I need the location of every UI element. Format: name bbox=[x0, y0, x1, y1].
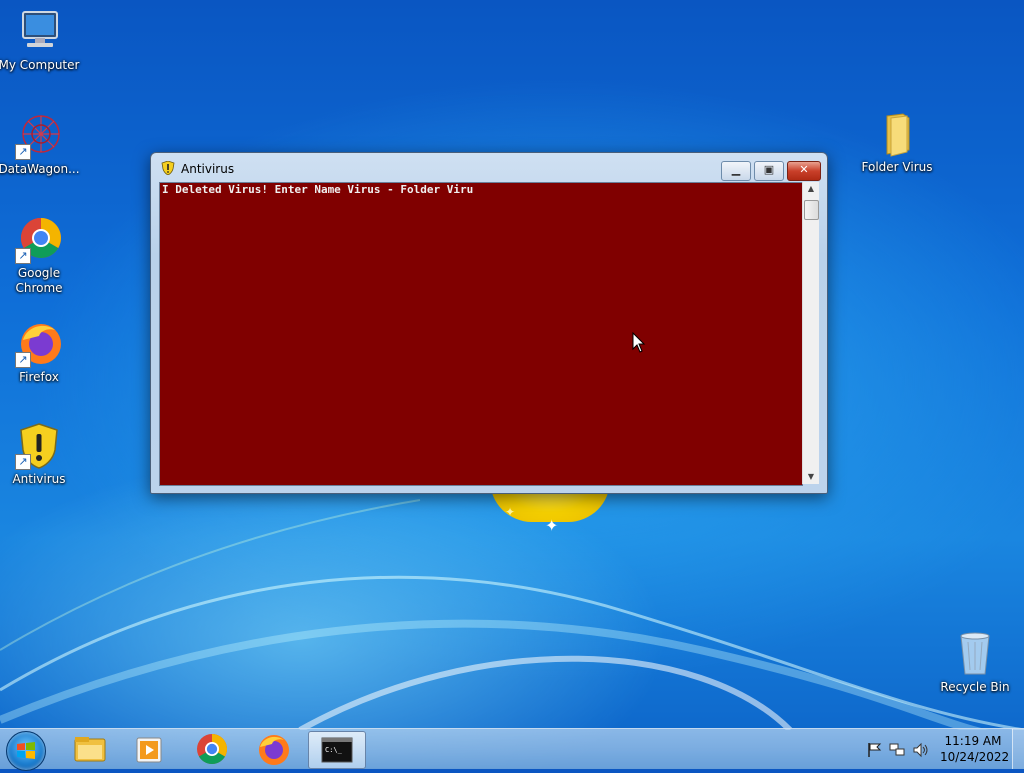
firefox-icon: ↗ bbox=[15, 320, 63, 368]
desktop-icon-google-chrome[interactable]: ↗ Google Chrome bbox=[0, 216, 81, 296]
desktop-icon-antivirus[interactable]: ↗ Antivirus bbox=[0, 422, 81, 487]
show-desktop-button[interactable] bbox=[1012, 729, 1024, 769]
close-button[interactable]: ✕ bbox=[787, 161, 821, 181]
antivirus-console-window[interactable]: Antivirus ▁ ▣ ✕ I Deleted Virus! Enter N… bbox=[150, 152, 828, 494]
taskbar-media-player[interactable] bbox=[122, 731, 178, 767]
close-icon: ✕ bbox=[799, 163, 809, 176]
scroll-thumb[interactable] bbox=[804, 200, 819, 220]
chrome-icon bbox=[197, 734, 228, 765]
maximize-button[interactable]: ▣ bbox=[754, 161, 784, 181]
scroll-up-icon[interactable]: ▲ bbox=[803, 182, 819, 196]
taskbar-clock[interactable]: 11:19 AM 10/24/2022 bbox=[940, 733, 1010, 765]
desktop-icon-label: Recycle Bin bbox=[940, 680, 1010, 694]
antivirus-shield-icon: ↗ bbox=[15, 422, 63, 470]
chrome-icon: ↗ bbox=[15, 216, 63, 264]
sparkle-icon: ✦ bbox=[505, 505, 516, 519]
window-titlebar[interactable]: Antivirus ▁ ▣ ✕ bbox=[151, 153, 827, 181]
desktop-icon-firefox[interactable]: ↗ Firefox bbox=[0, 320, 81, 385]
shortcut-arrow-icon: ↗ bbox=[15, 144, 31, 160]
folder-icon bbox=[873, 110, 921, 158]
console-text: I Deleted Virus! Enter Name Virus - Fold… bbox=[162, 183, 474, 196]
file-explorer-icon bbox=[74, 737, 106, 762]
maximize-icon: ▣ bbox=[763, 163, 775, 176]
desktop-icon-my-computer[interactable]: My Computer bbox=[0, 8, 81, 73]
shortcut-arrow-icon: ↗ bbox=[15, 454, 31, 470]
windows-start-icon bbox=[17, 742, 35, 759]
desktop-icon-label: DataWagon... bbox=[0, 162, 80, 176]
media-player-icon bbox=[136, 737, 162, 763]
desktop-icon-label: Folder Virus bbox=[861, 160, 933, 174]
firefox-icon bbox=[259, 735, 289, 765]
volume-icon[interactable] bbox=[912, 741, 930, 759]
console-output-area[interactable]: I Deleted Virus! Enter Name Virus - Fold… bbox=[159, 182, 803, 486]
cmd-icon: C:\_ bbox=[321, 737, 353, 763]
desktop-icon-label: Google Chrome bbox=[15, 266, 63, 295]
sparkle-icon: ✦ bbox=[545, 516, 559, 535]
desktop-icon-recycle-bin[interactable]: Recycle Bin bbox=[933, 630, 1017, 695]
minimize-button[interactable]: ▁ bbox=[721, 161, 751, 181]
desktop-icon-folder-virus[interactable]: Folder Virus bbox=[855, 110, 939, 175]
clock-date: 10/24/2022 bbox=[940, 750, 1010, 764]
desktop-icon-datawagon[interactable]: ↗ DataWagon... bbox=[0, 112, 81, 177]
svg-text:C:\_: C:\_ bbox=[325, 746, 343, 754]
datawagon-icon: ↗ bbox=[15, 112, 63, 160]
action-center-flag-icon[interactable] bbox=[866, 741, 884, 759]
desktop-icon-label: Firefox bbox=[19, 370, 59, 384]
start-button[interactable] bbox=[6, 731, 46, 771]
shortcut-arrow-icon: ↗ bbox=[15, 352, 31, 368]
computer-icon bbox=[15, 8, 63, 56]
minimize-icon: ▁ bbox=[731, 163, 741, 176]
recycle-bin-icon bbox=[951, 630, 999, 678]
network-icon[interactable] bbox=[888, 741, 906, 759]
antivirus-shield-icon bbox=[161, 161, 175, 175]
vertical-scrollbar[interactable]: ▲ ▼ bbox=[802, 182, 819, 484]
taskbar-firefox[interactable] bbox=[246, 731, 302, 767]
window-title: Antivirus bbox=[181, 162, 235, 176]
taskbar-command-prompt[interactable]: C:\_ bbox=[308, 731, 366, 769]
taskbar-file-explorer[interactable] bbox=[62, 731, 118, 767]
mouse-cursor-icon bbox=[632, 332, 646, 353]
clock-time: 11:19 AM bbox=[944, 734, 1002, 748]
shortcut-arrow-icon: ↗ bbox=[15, 248, 31, 264]
desktop-icon-label: Antivirus bbox=[12, 472, 66, 486]
desktop-icon-label: My Computer bbox=[0, 58, 80, 72]
scroll-down-icon[interactable]: ▼ bbox=[803, 470, 819, 484]
taskbar-chrome[interactable] bbox=[184, 731, 240, 767]
taskbar: C:\_ 11:19 AM 10/24/2022 bbox=[0, 728, 1024, 771]
